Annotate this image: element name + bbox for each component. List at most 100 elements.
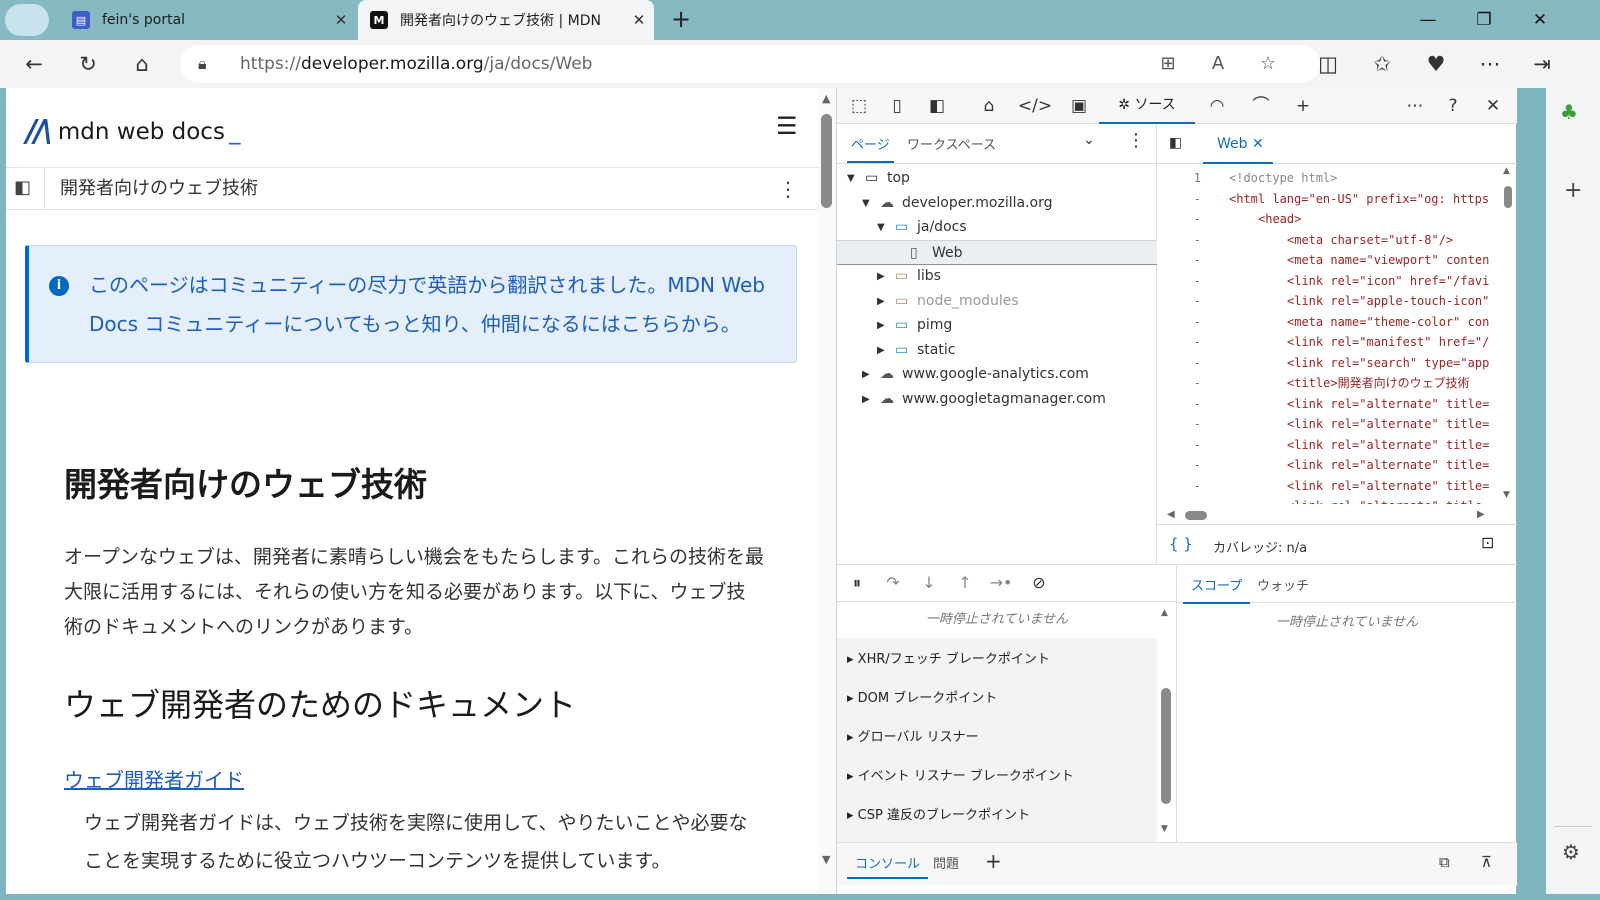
code-line[interactable]: - <link rel="alternate" title= — [1157, 476, 1497, 496]
collapse-arrow-icon[interactable]: ▶ — [862, 387, 870, 412]
breakpoints-scrollbar[interactable]: ▲ ▼ — [1157, 602, 1177, 842]
breakpoint-section[interactable]: ▸ イベント リスナー ブレークポイント — [847, 765, 1074, 784]
line-number[interactable]: - — [1177, 189, 1201, 209]
tab-mdn[interactable]: M 開発者向けのウェブ技術 | MDN ✕ — [358, 0, 654, 40]
url-text[interactable]: https://developer.mozilla.org/ja/docs/We… — [240, 45, 592, 83]
breakpoint-section[interactable]: ▸ CSP 違反のブレークポイント — [847, 804, 1030, 823]
tab-workspace[interactable]: ワークスペース — [907, 134, 996, 153]
inspect-element-icon[interactable]: ⬚ — [841, 88, 877, 124]
network-icon[interactable]: ◠ — [1199, 88, 1235, 124]
code-line[interactable]: - <link rel="alternate" title= — [1157, 414, 1497, 434]
line-number[interactable]: - — [1177, 394, 1201, 414]
code-line[interactable]: - <link rel="alternate" title= — [1157, 455, 1497, 475]
sidebar-toggle-icon[interactable]: ◧ — [14, 177, 31, 198]
line-number[interactable]: - — [1177, 496, 1201, 504]
minimize-button[interactable]: — — [1400, 0, 1456, 40]
breakpoint-section[interactable]: ▸ DOM ブレークポイント — [847, 687, 997, 706]
code-line[interactable]: - <link rel="search" type="app — [1157, 353, 1497, 373]
code-line[interactable]: - <link rel="manifest" href="/ — [1157, 332, 1497, 352]
code-line[interactable]: - <link rel="alternate" title= — [1157, 394, 1497, 414]
scroll-right-icon[interactable]: ▶ — [1477, 509, 1485, 520]
hamburger-menu-icon[interactable]: ☰ — [776, 112, 798, 140]
scroll-thumb[interactable] — [1185, 511, 1207, 520]
line-number[interactable]: - — [1177, 476, 1201, 496]
code-line[interactable]: - <meta name="viewport" conten — [1157, 250, 1497, 270]
collapse-drawer-icon[interactable]: ⊼ — [1481, 853, 1492, 871]
scroll-left-icon[interactable]: ◀ — [1167, 509, 1175, 520]
address-bar[interactable]: 🔒︎ https://developer.mozilla.org/ja/docs… — [180, 45, 1320, 83]
close-tab-icon[interactable]: ✕ — [326, 11, 356, 29]
split-screen-icon[interactable]: ◫ — [1308, 45, 1348, 83]
step-into-icon[interactable]: ↓ — [911, 565, 947, 601]
favorite-star-icon[interactable]: ☆ — [1248, 45, 1288, 83]
read-aloud-icon[interactable]: A — [1198, 45, 1238, 83]
close-tab-icon[interactable]: ✕ — [624, 11, 654, 29]
tree-icon[interactable]: ♣ — [1560, 100, 1578, 124]
tab-page[interactable]: ページ — [847, 134, 894, 163]
scroll-thumb[interactable] — [821, 114, 832, 208]
page-scrollbar[interactable]: ▲ ▼ — [818, 88, 836, 894]
step-out-icon[interactable]: ↑ — [947, 565, 983, 601]
line-number[interactable]: - — [1177, 435, 1201, 455]
step-over-icon[interactable]: ↷ — [875, 565, 911, 601]
gear-icon[interactable]: ⚙ — [1562, 840, 1580, 864]
notice-text[interactable]: このページはコミュニティーの尽力で英語から翻訳されました。MDN Web Doc… — [89, 266, 779, 344]
profile-button[interactable] — [5, 4, 49, 36]
performance-icon[interactable]: ⌒ — [1243, 88, 1279, 124]
scroll-up-icon[interactable]: ▲ — [1161, 608, 1168, 618]
line-number[interactable]: - — [1177, 414, 1201, 434]
back-button[interactable]: ← — [14, 45, 54, 83]
scroll-down-icon[interactable]: ▼ — [822, 853, 830, 866]
tab-watch[interactable]: ウォッチ — [1257, 575, 1309, 594]
editor-scrollbar[interactable]: ▲ ▼ — [1500, 164, 1517, 504]
add-sidebar-icon[interactable]: + — [1564, 178, 1582, 203]
breakpoint-section[interactable]: ▸ XHR/フェッチ ブレークポイント — [847, 648, 1050, 667]
line-number[interactable]: - — [1177, 230, 1201, 250]
expand-arrow-icon[interactable]: ▼ — [862, 191, 870, 216]
editor-tab-web[interactable]: Web ✕ — [1203, 124, 1273, 164]
scroll-up-icon[interactable]: ▲ — [822, 92, 830, 105]
app-available-icon[interactable]: ⊞ — [1148, 45, 1188, 83]
tree-item[interactable]: ▼ ▭ top — [837, 166, 1157, 191]
scroll-up-icon[interactable]: ▲ — [1503, 166, 1510, 176]
more-options-icon[interactable]: ⋮ — [1127, 130, 1145, 151]
tab-console[interactable]: コンソール — [847, 851, 929, 879]
collapse-arrow-icon[interactable]: ▶ — [877, 338, 885, 363]
code-line[interactable]: - <meta name="theme-color" con — [1157, 312, 1497, 332]
tree-item[interactable]: ▼ ▭ ja/docs — [837, 215, 1157, 240]
code-line[interactable]: - <meta charset="utf-8"/> — [1157, 230, 1497, 250]
expand-arrow-icon[interactable]: ▼ — [877, 215, 885, 240]
tab-scope[interactable]: スコープ — [1182, 575, 1251, 604]
restore-button[interactable]: ❐ — [1456, 0, 1512, 40]
tab-sources[interactable]: ✲ ソース — [1099, 88, 1195, 124]
drawer-toggle-icon[interactable]: ⊡ — [1481, 533, 1494, 552]
tree-item[interactable]: ▶ ☁ www.google-analytics.com — [837, 362, 1157, 387]
line-number[interactable]: - — [1177, 332, 1201, 352]
sidebar-toggle-icon[interactable]: ⇥ — [1522, 45, 1562, 83]
code-line[interactable]: - <head> — [1157, 209, 1497, 229]
line-number[interactable]: - — [1177, 353, 1201, 373]
code-line[interactable]: - <link rel="alternate" title= — [1157, 435, 1497, 455]
pretty-print-icon[interactable]: { } — [1169, 535, 1193, 553]
collapse-arrow-icon[interactable]: ▶ — [877, 289, 885, 314]
scroll-down-icon[interactable]: ▼ — [1503, 490, 1510, 500]
editor-hscrollbar[interactable]: ◀ ▶ — [1157, 508, 1517, 524]
welcome-home-icon[interactable]: ⌂ — [971, 88, 1007, 124]
close-window-button[interactable]: ✕ — [1512, 0, 1568, 40]
tree-item[interactable]: ▶ ☁ www.googletagmanager.com — [837, 387, 1157, 412]
settings-more-icon[interactable]: ⋯ — [1470, 45, 1510, 83]
code-line[interactable]: 1 <!doctype html> — [1157, 168, 1497, 188]
scroll-thumb[interactable] — [1504, 186, 1512, 208]
tab-issues[interactable]: 問題 — [933, 851, 959, 879]
elements-icon[interactable]: </> — [1017, 88, 1053, 124]
line-number[interactable]: - — [1177, 250, 1201, 270]
tree-item[interactable]: ▶ ▭ node_modules — [837, 289, 1157, 314]
device-emulation-icon[interactable]: ▯ — [879, 88, 915, 124]
line-number[interactable]: - — [1177, 209, 1201, 229]
collapse-arrow-icon[interactable]: ▶ — [862, 362, 870, 387]
scroll-thumb[interactable] — [1161, 688, 1171, 804]
mdn-logo[interactable]: //\ mdn web docs _ — [26, 114, 240, 149]
deactivate-breakpoints-icon[interactable]: ⊘ — [1021, 565, 1057, 601]
line-number[interactable]: - — [1177, 312, 1201, 332]
dock-side-icon[interactable]: ◧ — [919, 88, 955, 124]
